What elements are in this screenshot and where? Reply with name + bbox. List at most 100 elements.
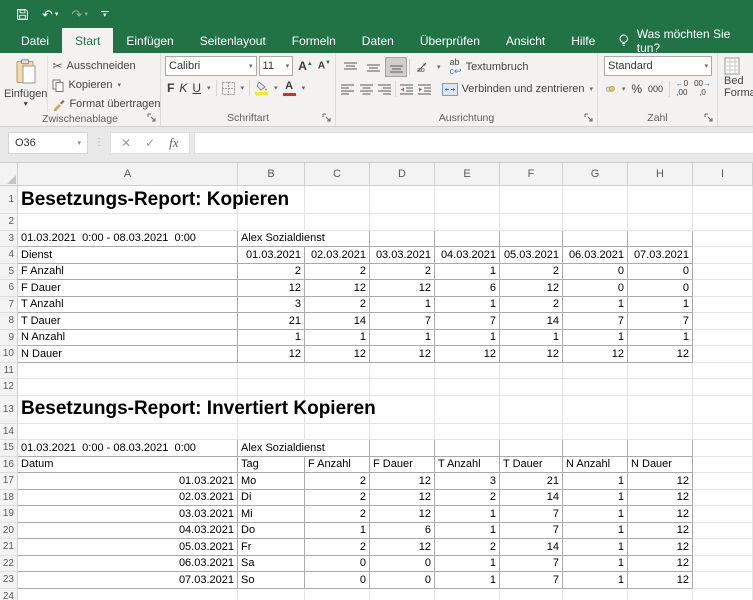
copy-button[interactable]: Kopieren ▾ [52, 77, 160, 93]
font-color-dropdown-icon[interactable]: ▾ [302, 84, 306, 92]
cell-E22[interactable]: 1 [435, 556, 500, 573]
cell-A22[interactable]: 06.03.2021 [18, 556, 238, 573]
row-header-12[interactable]: 12 [0, 379, 18, 396]
cell-I17[interactable] [693, 473, 753, 490]
cell-H23[interactable]: 12 [628, 572, 693, 589]
undo-dropdown-icon[interactable]: ▾ [55, 11, 59, 18]
cell-E15[interactable] [435, 440, 500, 457]
cell-D8[interactable]: 7 [370, 313, 435, 330]
cell-A2[interactable] [18, 214, 238, 231]
cell-G19[interactable]: 1 [563, 506, 628, 523]
cell-G4[interactable]: 06.03.2021 [563, 247, 628, 264]
underline-button[interactable]: U [192, 82, 201, 94]
cell-I7[interactable] [693, 297, 753, 314]
cell-D1[interactable] [370, 186, 435, 214]
cell-E19[interactable]: 1 [435, 506, 500, 523]
cell-H5[interactable]: 0 [628, 264, 693, 281]
cell-G18[interactable]: 1 [563, 490, 628, 507]
fill-color-button[interactable] [255, 81, 268, 95]
cell-I9[interactable] [693, 330, 753, 347]
cell-E7[interactable]: 1 [435, 297, 500, 314]
cell-D22[interactable]: 0 [370, 556, 435, 573]
font-name-dropdown-icon[interactable]: ▾ [246, 62, 253, 70]
save-button[interactable] [16, 8, 29, 21]
cell-F10[interactable]: 12 [500, 346, 563, 363]
cell-D13[interactable] [370, 396, 435, 424]
cell-A21[interactable]: 05.03.2021 [18, 539, 238, 556]
cell-D23[interactable]: 0 [370, 572, 435, 589]
cell-C19[interactable]: 2 [305, 506, 370, 523]
cell-A20[interactable]: 04.03.2021 [18, 523, 238, 540]
cell-I19[interactable] [693, 506, 753, 523]
cell-D6[interactable]: 12 [370, 280, 435, 297]
accounting-dropdown-icon[interactable]: ▾ [622, 85, 626, 93]
cell-C14[interactable] [305, 424, 370, 441]
cell-F19[interactable]: 7 [500, 506, 563, 523]
column-header-C[interactable]: C [305, 163, 370, 186]
number-format-combo[interactable]: Standard ▾ [604, 56, 712, 76]
copy-dropdown-icon[interactable]: ▾ [117, 81, 121, 89]
cell-C22[interactable]: 0 [305, 556, 370, 573]
font-color-button[interactable]: A [283, 81, 296, 96]
name-box-dropdown-icon[interactable]: ▾ [77, 139, 81, 147]
merge-center-button[interactable]: Verbinden und zentrieren ▾ [442, 83, 593, 96]
cell-H6[interactable]: 0 [628, 280, 693, 297]
paste-button[interactable]: Einfügen ▼ [4, 56, 48, 112]
cell-A1[interactable]: Besetzungs-Report: Kopieren [18, 186, 238, 214]
cell-B2[interactable] [238, 214, 305, 231]
number-format-dropdown-icon[interactable]: ▾ [701, 62, 708, 70]
column-header-I[interactable]: I [693, 163, 753, 186]
cell-I8[interactable] [693, 313, 753, 330]
cell-H22[interactable]: 12 [628, 556, 693, 573]
enter-button[interactable]: ✓ [145, 136, 155, 150]
cell-E13[interactable] [435, 396, 500, 424]
cell-E8[interactable]: 7 [435, 313, 500, 330]
cell-E10[interactable]: 12 [435, 346, 500, 363]
redo-button[interactable]: ↷▾ [71, 8, 87, 21]
cell-G21[interactable]: 1 [563, 539, 628, 556]
cell-I13[interactable] [693, 396, 753, 424]
cell-F11[interactable] [500, 363, 563, 380]
cell-F4[interactable]: 05.03.2021 [500, 247, 563, 264]
clipboard-dialog-launcher[interactable] [147, 113, 157, 123]
cell-C17[interactable]: 2 [305, 473, 370, 490]
cell-I3[interactable] [693, 231, 753, 248]
borders-dropdown-icon[interactable]: ▾ [241, 84, 245, 92]
cell-D9[interactable]: 1 [370, 330, 435, 347]
cell-G11[interactable] [563, 363, 628, 380]
comma-style-button[interactable]: 000 [648, 84, 663, 94]
cell-C11[interactable] [305, 363, 370, 380]
orientation-button[interactable]: ab [413, 58, 433, 76]
cell-I5[interactable] [693, 264, 753, 281]
cell-G22[interactable]: 1 [563, 556, 628, 573]
cell-I14[interactable] [693, 424, 753, 441]
tab-datei[interactable]: Datei [8, 28, 62, 53]
cell-F5[interactable]: 2 [500, 264, 563, 281]
align-middle-button[interactable] [363, 58, 383, 76]
font-size-dropdown-icon[interactable]: ▾ [283, 62, 290, 70]
wrap-text-button[interactable]: abc↩ Textumbruch [450, 58, 529, 76]
column-header-A[interactable]: A [18, 163, 238, 186]
cell-B10[interactable]: 12 [238, 346, 305, 363]
row-header-7[interactable]: 7 [0, 297, 18, 314]
cell-E18[interactable]: 2 [435, 490, 500, 507]
cell-F21[interactable]: 14 [500, 539, 563, 556]
cell-B5[interactable]: 2 [238, 264, 305, 281]
cell-I11[interactable] [693, 363, 753, 380]
cell-F18[interactable]: 14 [500, 490, 563, 507]
formula-bar-handle[interactable]: ⋮ [94, 137, 104, 148]
cell-G6[interactable]: 0 [563, 280, 628, 297]
cell-I4[interactable] [693, 247, 753, 264]
column-header-B[interactable]: B [238, 163, 305, 186]
cell-A10[interactable]: N Dauer [18, 346, 238, 363]
row-header-19[interactable]: 19 [0, 506, 18, 523]
cell-D11[interactable] [370, 363, 435, 380]
cell-E12[interactable] [435, 379, 500, 396]
cell-C18[interactable]: 2 [305, 490, 370, 507]
decrease-font-size-button[interactable]: A▼ [318, 60, 331, 71]
insert-function-button[interactable]: fx [169, 135, 178, 151]
cell-I18[interactable] [693, 490, 753, 507]
cell-D21[interactable]: 12 [370, 539, 435, 556]
fill-color-dropdown-icon[interactable]: ▾ [274, 84, 278, 92]
column-header-G[interactable]: G [563, 163, 628, 186]
